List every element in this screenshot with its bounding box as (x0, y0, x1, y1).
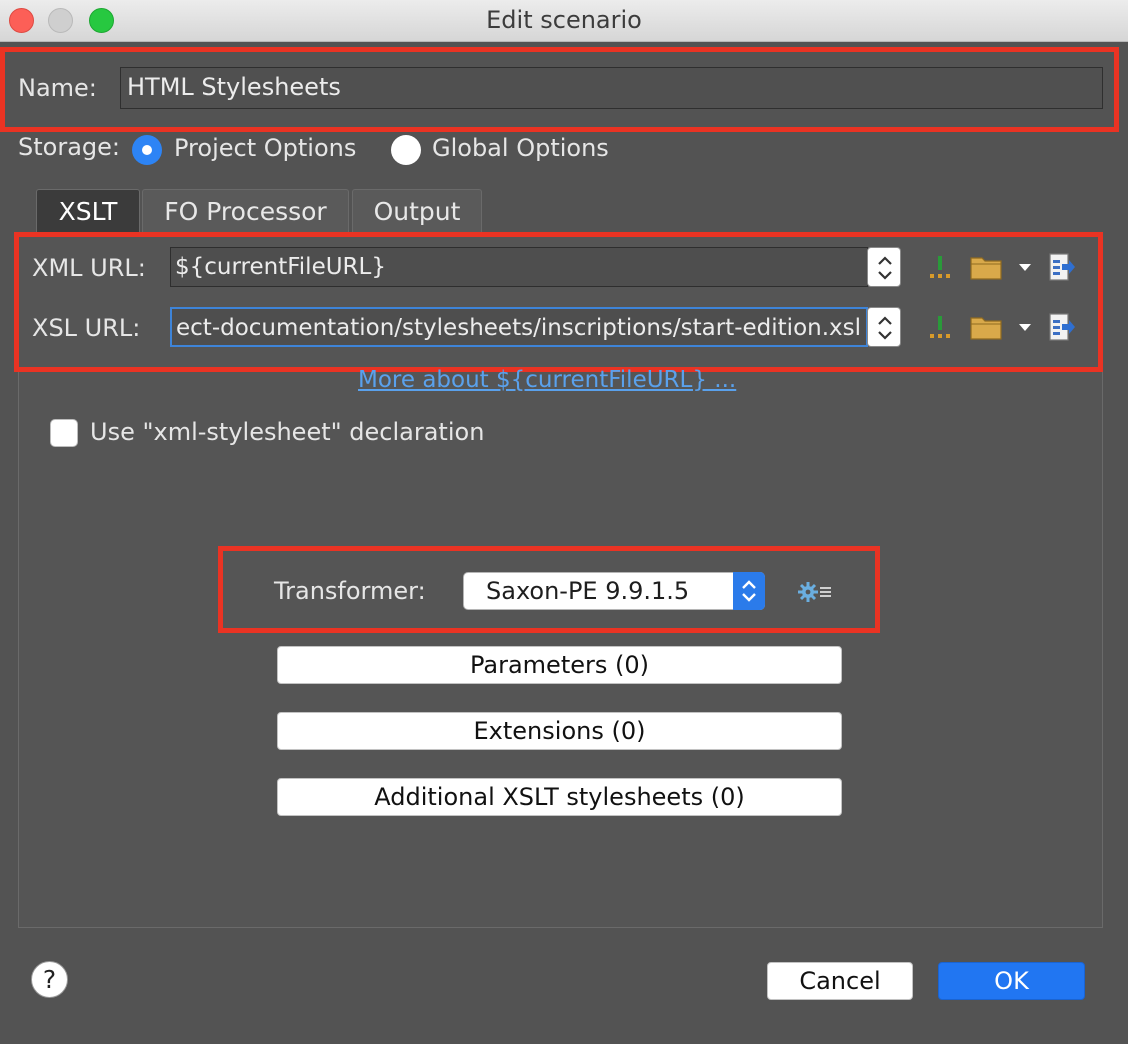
project-options-radio[interactable] (132, 135, 162, 165)
chevron-down-icon[interactable] (1016, 259, 1034, 273)
browse-folder-icon[interactable] (970, 313, 1002, 341)
updown-icon (742, 580, 756, 602)
global-options-label[interactable]: Global Options (432, 134, 609, 162)
transformer-label: Transformer: (274, 577, 426, 605)
updown-icon (878, 256, 892, 280)
xsl-url-label: XSL URL: (32, 314, 141, 342)
updown-icon (878, 316, 892, 340)
help-button[interactable]: ? (31, 961, 68, 998)
use-declaration-checkbox[interactable] (50, 419, 78, 447)
additional-xslt-stylesheets-button[interactable]: Additional XSLT stylesheets (0) (277, 778, 842, 816)
xml-url-field[interactable]: ${currentFileURL} (170, 247, 868, 287)
ok-button[interactable]: OK (938, 962, 1085, 1000)
open-in-editor-icon[interactable] (1048, 312, 1076, 342)
name-field[interactable]: HTML Stylesheets (120, 67, 1103, 109)
storage-label: Storage: (18, 133, 120, 161)
project-options-label[interactable]: Project Options (174, 134, 356, 162)
transformer-settings-icon[interactable] (797, 580, 835, 604)
window-title: Edit scenario (486, 6, 642, 34)
insert-editor-variables-icon[interactable] (926, 312, 954, 342)
browse-folder-icon[interactable] (970, 253, 1002, 281)
name-label: Name: (18, 74, 97, 102)
xsl-url-history-spinner[interactable] (867, 307, 901, 347)
transformer-select[interactable]: Saxon-PE 9.9.1.5 (463, 572, 765, 610)
chevron-down-icon[interactable] (1016, 319, 1034, 333)
insert-editor-variables-icon[interactable] (926, 252, 954, 282)
parameters-button[interactable]: Parameters (0) (277, 646, 842, 684)
more-about-link[interactable]: More about ${currentFileURL} ... (358, 367, 736, 393)
transformer-value: Saxon-PE 9.9.1.5 (486, 577, 690, 605)
cancel-button[interactable]: Cancel (767, 962, 913, 1000)
tab-output[interactable]: Output (352, 189, 482, 233)
tab-fo-processor[interactable]: FO Processor (142, 189, 349, 233)
transformer-select-arrow[interactable] (733, 572, 765, 610)
global-options-radio[interactable] (391, 135, 421, 165)
xsl-url-field[interactable]: ect-documentation/stylesheets/inscriptio… (170, 307, 868, 347)
open-in-editor-icon[interactable] (1048, 252, 1076, 282)
xml-url-label: XML URL: (32, 254, 146, 282)
xml-url-history-spinner[interactable] (867, 247, 901, 287)
tab-xslt[interactable]: XSLT (36, 189, 140, 233)
extensions-button[interactable]: Extensions (0) (277, 712, 842, 750)
use-declaration-label[interactable]: Use "xml-stylesheet" declaration (90, 418, 484, 446)
